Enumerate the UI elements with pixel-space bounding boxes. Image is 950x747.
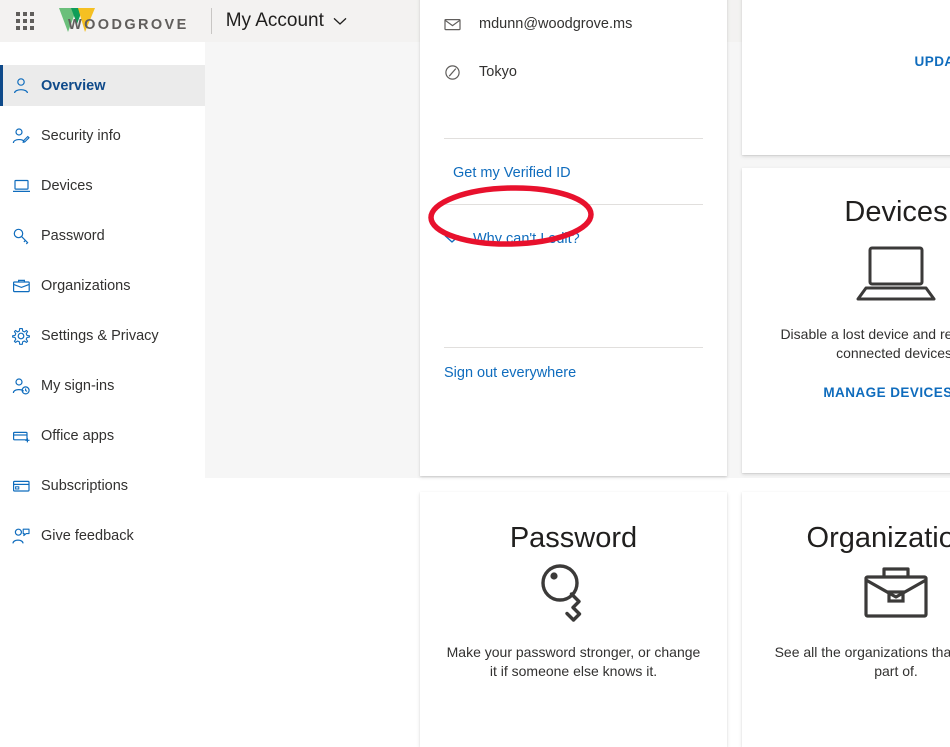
- gear-icon: [8, 327, 34, 345]
- sidebar-item-label: Give feedback: [41, 527, 134, 544]
- sidebar-nav: Overview Security info Devices Password …: [0, 42, 205, 704]
- person-icon: [8, 77, 34, 95]
- person-feedback-icon: [8, 527, 34, 545]
- person-clock-icon: [8, 377, 34, 395]
- update-info-button[interactable]: UPDATE INFO: [915, 54, 950, 69]
- profile-email: mdunn@woodgrove.ms: [479, 16, 633, 32]
- sidebar-item-label: Password: [41, 227, 105, 244]
- sidebar-item-organizations[interactable]: Organizations: [0, 265, 205, 306]
- verified-id-row[interactable]: Get my Verified ID: [444, 145, 703, 201]
- sidebar-item-label: Office apps: [41, 427, 115, 444]
- sidebar-item-password[interactable]: Password: [0, 215, 205, 256]
- organizations-card-title: Organizations: [806, 522, 950, 554]
- clock-icon: [444, 64, 468, 81]
- sidebar-item-devices[interactable]: Devices: [0, 165, 205, 206]
- manage-devices-button[interactable]: MANAGE DEVICES: [764, 385, 950, 400]
- app-window-icon: [8, 427, 34, 445]
- profile-timezone: Tokyo: [479, 64, 517, 80]
- profile-email-row: mdunn@woodgrove.ms: [444, 0, 703, 48]
- laptop-icon: [764, 243, 950, 305]
- password-card[interactable]: Password Make your password stronger, or…: [420, 492, 727, 747]
- chevron-down-icon: [444, 234, 464, 244]
- devices-card-title: Devices: [844, 196, 948, 228]
- password-card-description: Make your password stronger, or change i…: [446, 644, 701, 679]
- chevron-down-icon: [333, 17, 347, 25]
- sign-out-everywhere-link[interactable]: Sign out everywhere: [444, 365, 576, 381]
- key-icon: [8, 227, 34, 245]
- sidebar-item-security-info[interactable]: Security info: [0, 115, 205, 156]
- update-info-card: UPDATE INFO: [742, 0, 950, 155]
- key-icon: [442, 559, 705, 627]
- organizations-card-description: See all the organizations that you are a…: [774, 644, 950, 679]
- sidebar-item-label: Settings & Privacy: [41, 327, 159, 344]
- sidebar-item-office-apps[interactable]: Office apps: [0, 415, 205, 456]
- profile-divider-top: [444, 138, 703, 139]
- header-divider: [210, 8, 212, 34]
- update-info-label: UPDATE INFO: [914, 54, 950, 69]
- sidebar-item-my-sign-ins[interactable]: My sign-ins: [0, 365, 205, 406]
- sidebar-item-overview[interactable]: Overview: [0, 65, 205, 106]
- sign-out-row[interactable]: Sign out everywhere: [444, 348, 703, 398]
- sidebar-item-label: My sign-ins: [41, 377, 115, 394]
- card-icon: [8, 477, 34, 495]
- brand-name: WOODGROVE: [68, 16, 189, 33]
- profile-divider-mid: [444, 204, 703, 205]
- sidebar-item-give-feedback[interactable]: Give feedback: [0, 515, 205, 556]
- my-account-label: My Account: [225, 10, 324, 31]
- sidebar-item-label: Security info: [41, 127, 121, 144]
- person-edit-icon: [8, 127, 34, 145]
- sidebar-item-settings-privacy[interactable]: Settings & Privacy: [0, 315, 205, 356]
- sidebar-item-label: Organizations: [41, 277, 131, 294]
- password-card-title: Password: [509, 522, 638, 554]
- my-account-menu[interactable]: My Account: [226, 10, 347, 32]
- get-verified-id-link[interactable]: Get my Verified ID: [453, 165, 571, 181]
- waffle-grid-icon: [16, 12, 34, 30]
- briefcase-icon: [764, 563, 950, 623]
- devices-card[interactable]: Devices Disable a lost device and review…: [742, 168, 950, 473]
- briefcase-icon: [8, 277, 34, 295]
- mail-icon: [444, 16, 468, 33]
- laptop-icon: [8, 177, 34, 195]
- why-cant-i-edit-row[interactable]: Why can't I edit?: [444, 211, 703, 267]
- brand-home-link[interactable]: WOODGROVE: [58, 6, 189, 36]
- devices-card-description: Disable a lost device and review your co…: [780, 326, 950, 361]
- sidebar-item-subscriptions[interactable]: Subscriptions: [0, 465, 205, 506]
- sidebar-item-label: Subscriptions: [41, 477, 129, 494]
- app-launcher-button[interactable]: [8, 4, 42, 38]
- profile-timezone-row: Tokyo: [444, 48, 703, 96]
- why-cant-i-edit-link[interactable]: Why can't I edit?: [473, 231, 580, 247]
- manage-devices-label: MANAGE DEVICES: [823, 385, 950, 400]
- profile-card: mdunn@woodgrove.ms Tokyo Get my Verified…: [420, 0, 727, 476]
- sidebar-item-label: Overview: [41, 77, 106, 94]
- sidebar-item-label: Devices: [41, 177, 93, 194]
- organizations-card[interactable]: Organizations See all the organizations …: [742, 492, 950, 747]
